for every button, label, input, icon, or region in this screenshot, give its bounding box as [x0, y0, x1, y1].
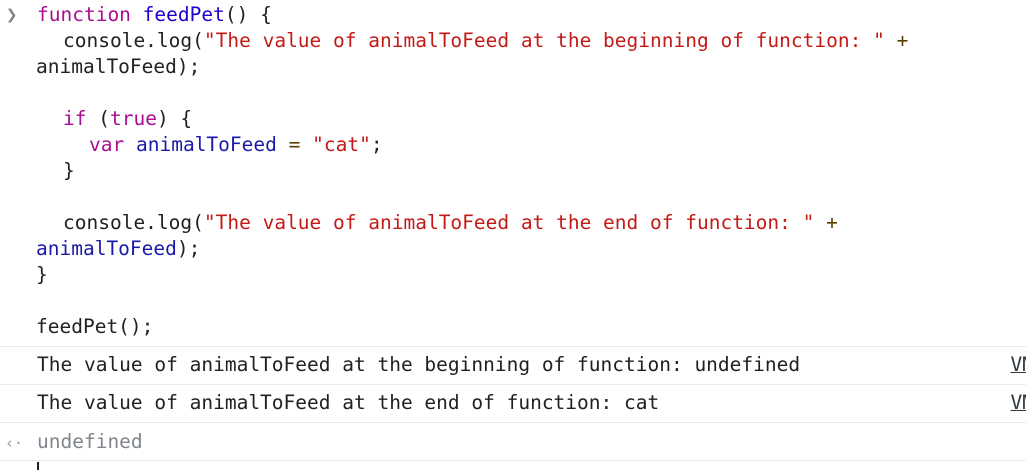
code-line: if (true) { [63, 107, 193, 130]
code-line: } [63, 159, 75, 182]
code-line: } [36, 263, 48, 286]
code-line: function feedPet() { [37, 3, 272, 26]
code-line: var animalToFeed = "cat"; [89, 133, 383, 156]
devtools-console: ❯ function feedPet() { console.log("The … [0, 0, 1026, 470]
console-log-message: The value of animalToFeed at the beginni… [0, 346, 1026, 384]
code-line: console.log("The value of animalToFeed a… [63, 29, 909, 52]
console-result: ‹· undefined [0, 422, 1026, 460]
code-line: animalToFeed); [36, 55, 201, 78]
chevron-right-icon[interactable]: ❯ [6, 2, 17, 28]
log-text: The value of animalToFeed at the beginni… [37, 353, 801, 376]
console-input-entry[interactable]: ❯ function feedPet() { console.log("The … [0, 0, 1026, 346]
return-arrow-icon: ‹· [5, 434, 24, 452]
console-log-message: The value of animalToFeed at the end of … [0, 384, 1026, 422]
result-value[interactable]: undefined [37, 429, 143, 455]
divider [0, 460, 1026, 461]
console-input-caret[interactable] [37, 462, 39, 470]
code-line: feedPet(); [36, 315, 154, 338]
source-link[interactable]: VM [1011, 352, 1026, 378]
code-line: console.log("The value of animalToFeed a… [63, 211, 838, 234]
code-line: animalToFeed); [36, 237, 201, 260]
log-text: The value of animalToFeed at the end of … [37, 391, 660, 414]
source-link[interactable]: VM [1011, 390, 1026, 416]
